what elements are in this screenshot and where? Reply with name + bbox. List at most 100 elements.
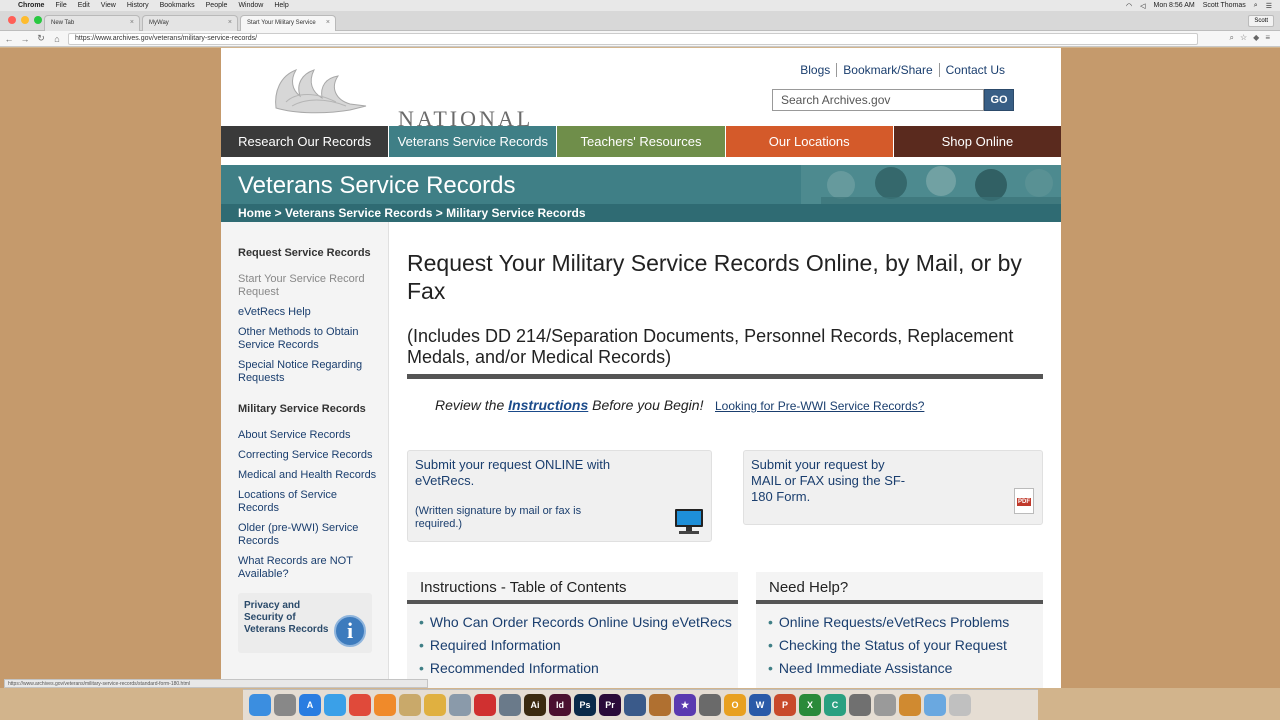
volume-icon[interactable]: ◁	[1140, 2, 1145, 10]
minimize-window-icon[interactable]	[21, 16, 29, 24]
dock-photoshop-icon[interactable]: Ps	[574, 694, 596, 716]
close-tab-icon[interactable]: ×	[228, 19, 232, 26]
close-tab-icon[interactable]: ×	[326, 19, 330, 26]
dock-word-icon[interactable]: W	[749, 694, 771, 716]
dock-powerpoint-icon[interactable]: P	[774, 694, 796, 716]
tab-myway[interactable]: MyWay ×	[142, 15, 238, 31]
sidebar-item-locations[interactable]: Locations of Service Records	[238, 489, 378, 515]
menu-history[interactable]: History	[127, 2, 149, 9]
clock[interactable]: Mon 8:56 AM	[1153, 2, 1194, 9]
dock-folder-icon[interactable]	[924, 694, 946, 716]
dock-indesign-icon[interactable]: Id	[549, 694, 571, 716]
help-item-check-status[interactable]: Checking the Status of your Request	[768, 637, 1043, 653]
instructions-link[interactable]: Instructions	[508, 397, 588, 413]
search-input[interactable]: Search Archives.gov	[772, 89, 984, 111]
menu-help[interactable]: Help	[274, 2, 288, 9]
blogs-link[interactable]: Blogs	[794, 63, 836, 77]
nav-veterans-service-records[interactable]: Veterans Service Records	[389, 126, 558, 157]
menu-icon[interactable]: ≡	[1265, 33, 1270, 43]
sidebar-item-older[interactable]: Older (pre-WWI) Service Records	[238, 522, 378, 548]
need-help-box: Need Help? Online Requests/eVetRecs Prob…	[756, 572, 1043, 688]
menu-view[interactable]: View	[101, 2, 116, 9]
dock-trash-icon[interactable]	[949, 694, 971, 716]
wifi-icon[interactable]: ◠	[1126, 2, 1132, 10]
forward-icon[interactable]: →	[18, 32, 32, 46]
privacy-security-box[interactable]: Privacy and Security of Veterans Records…	[238, 593, 372, 653]
menu-window[interactable]: Window	[238, 2, 263, 9]
nav-research-our-records[interactable]: Research Our Records	[221, 126, 390, 157]
sidebar-item-evetrecs-help[interactable]: eVetRecs Help	[238, 306, 378, 319]
sidebar-item-other-methods[interactable]: Other Methods to Obtain Service Records	[238, 326, 378, 352]
menu-app-name[interactable]: Chrome	[18, 2, 44, 9]
toc-item-required-info[interactable]: Required Information	[419, 637, 738, 653]
tab-active[interactable]: Start Your Military Service ×	[240, 15, 336, 31]
dock-launchpad-icon[interactable]	[274, 694, 296, 716]
submit-online-card[interactable]: Submit your request ONLINE with eVetRecs…	[407, 450, 712, 542]
dock-gear-icon[interactable]	[699, 694, 721, 716]
dock-pages-icon[interactable]	[899, 694, 921, 716]
dock-video-icon[interactable]	[624, 694, 646, 716]
dock-premiere-icon[interactable]: Pr	[599, 694, 621, 716]
dock-photos-icon[interactable]	[424, 694, 446, 716]
dock-system-prefs-icon[interactable]	[849, 694, 871, 716]
dock-notes-icon[interactable]	[399, 694, 421, 716]
sidebar-item-special-notice[interactable]: Special Notice Regarding Requests	[238, 359, 378, 385]
dock-safari-icon[interactable]	[324, 694, 346, 716]
breadcrumb[interactable]: Home > Veterans Service Records > Milita…	[221, 204, 1061, 222]
dock-preview-icon[interactable]	[449, 694, 471, 716]
reload-icon[interactable]: ↻	[34, 32, 48, 46]
profile-button[interactable]: Scott	[1248, 15, 1274, 27]
submit-mail-fax-card[interactable]: Submit your request by MAIL or FAX using…	[743, 450, 1043, 525]
zoom-window-icon[interactable]	[34, 16, 42, 24]
spotlight-icon[interactable]: ⌕	[1254, 2, 1258, 10]
home-icon[interactable]: ⌂	[50, 32, 64, 46]
back-icon[interactable]: ←	[2, 32, 16, 46]
menu-people[interactable]: People	[206, 2, 228, 9]
bookmark-star-icon[interactable]: ☆	[1240, 33, 1247, 43]
dock-illustrator-icon[interactable]: Ai	[524, 694, 546, 716]
dock-camtasia-icon[interactable]: C	[824, 694, 846, 716]
url-bar[interactable]: https://www.archives.gov/veterans/milita…	[68, 33, 1198, 45]
sidebar-item-correcting[interactable]: Correcting Service Records	[238, 449, 378, 462]
main-nav: Research Our Records Veterans Service Re…	[221, 126, 1062, 157]
dock-scanner-icon[interactable]	[499, 694, 521, 716]
dock-documents-icon[interactable]	[874, 694, 896, 716]
dock-excel-icon[interactable]: X	[799, 694, 821, 716]
sidebar-item-about[interactable]: About Service Records	[238, 429, 378, 442]
sidebar-item-not-available[interactable]: What Records are NOT Available?	[238, 555, 378, 581]
dock-app-store-icon[interactable]: A	[299, 694, 321, 716]
help-item-online-problems[interactable]: Online Requests/eVetRecs Problems	[768, 614, 1043, 630]
dock-guitar-icon[interactable]	[649, 694, 671, 716]
dock-chrome-icon[interactable]	[349, 694, 371, 716]
close-window-icon[interactable]	[8, 16, 16, 24]
dock-acrobat-icon[interactable]	[474, 694, 496, 716]
help-item-immediate[interactable]: Need Immediate Assistance	[768, 660, 1043, 676]
zoom-icon[interactable]: ⌕	[1230, 33, 1234, 43]
toc-item-recommended-info[interactable]: Recommended Information	[419, 660, 738, 676]
menu-bookmarks[interactable]: Bookmarks	[160, 2, 195, 9]
dock-finder-icon[interactable]	[249, 694, 271, 716]
tab-label: New Tab	[51, 20, 75, 26]
sidebar-item-start-request[interactable]: Start Your Service Record Request	[238, 273, 378, 299]
tab-new-tab[interactable]: New Tab ×	[44, 15, 140, 31]
user-name[interactable]: Scott Thomas	[1203, 2, 1246, 9]
bookmark-share-link[interactable]: Bookmark/Share	[836, 63, 938, 77]
extension-icon[interactable]: ◆	[1253, 33, 1259, 43]
dock-outlook-icon[interactable]: O	[724, 694, 746, 716]
nav-teachers-resources[interactable]: Teachers' Resources	[557, 126, 726, 157]
sidebar-item-medical[interactable]: Medical and Health Records	[238, 469, 378, 482]
go-button[interactable]: GO	[984, 89, 1014, 111]
pre-wwi-link[interactable]: Looking for Pre-WWI Service Records?	[715, 399, 924, 413]
menu-file[interactable]: File	[55, 2, 66, 9]
national-archives-logo[interactable]: NATIONAL ARCHIVES	[266, 62, 646, 157]
menu-edit[interactable]: Edit	[78, 2, 90, 9]
close-tab-icon[interactable]: ×	[130, 19, 134, 26]
nav-our-locations[interactable]: Our Locations	[725, 126, 894, 157]
contact-us-link[interactable]: Contact Us	[938, 63, 1011, 77]
nav-shop-online[interactable]: Shop Online	[893, 126, 1062, 157]
dock-ibooks-icon[interactable]	[374, 694, 396, 716]
toc-item-who-can-order[interactable]: Who Can Order Records Online Using eVetR…	[419, 614, 738, 630]
dock-star-icon[interactable]: ★	[674, 694, 696, 716]
notification-icon[interactable]: ☰	[1266, 2, 1272, 10]
page-viewport: NATIONAL ARCHIVES Blogs Bookmark/Share C…	[0, 48, 1280, 688]
